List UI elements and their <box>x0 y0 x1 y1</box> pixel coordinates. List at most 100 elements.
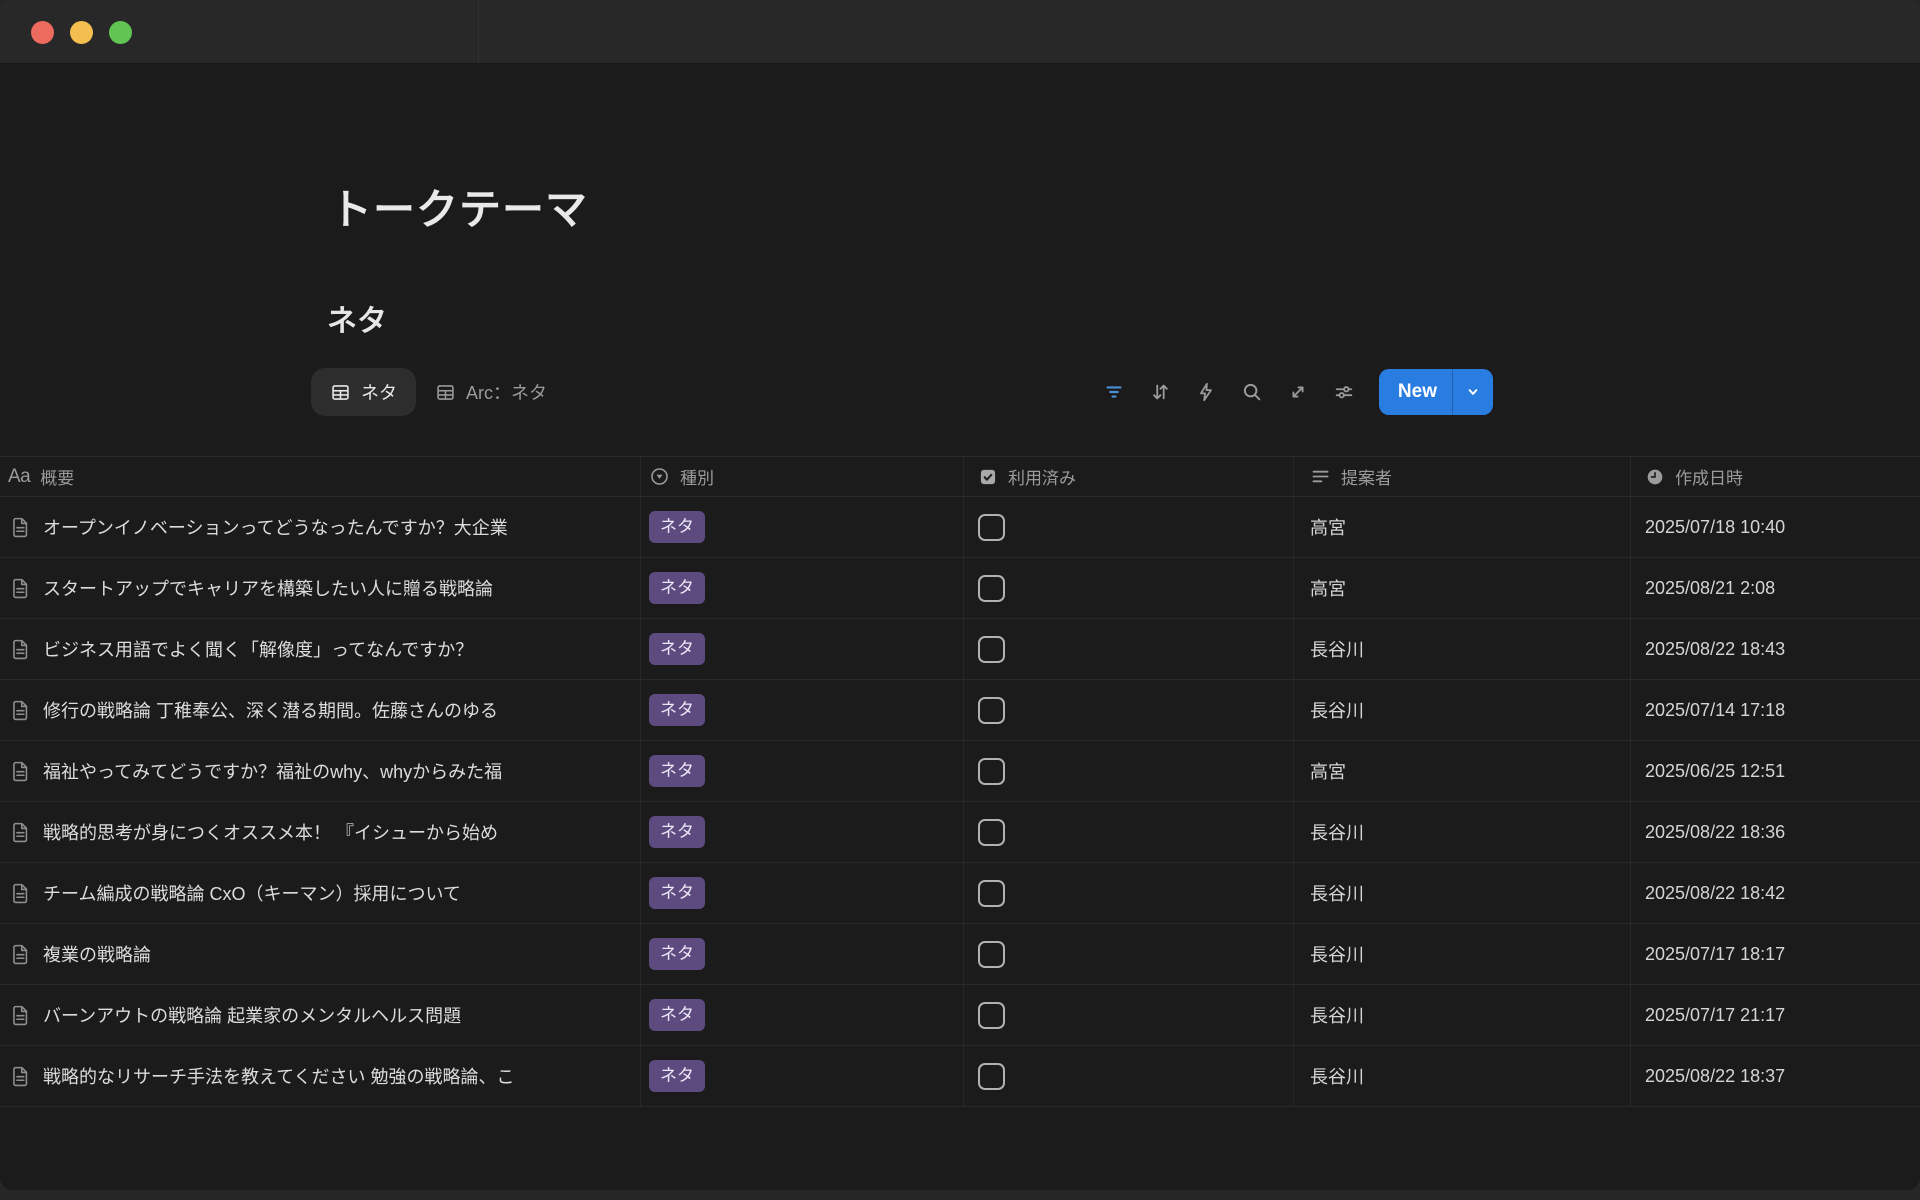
app-window: トークテーマ ネタ ネタArc：ネタ New Aa概要種別利用済み提案者作成日時… <box>0 0 1920 1190</box>
column-header-used[interactable]: 利用済み <box>963 457 1293 496</box>
proposer-cell[interactable]: 長谷川 <box>1293 924 1630 984</box>
type-cell[interactable]: ネタ <box>640 924 963 984</box>
created-cell[interactable]: 2025/08/22 18:36 <box>1630 802 1920 862</box>
created-cell[interactable]: 2025/07/14 17:18 <box>1630 680 1920 740</box>
proposer-text: 長谷川 <box>1310 697 1364 723</box>
view-toolbar: New <box>1095 369 1493 415</box>
created-cell[interactable]: 2025/08/22 18:37 <box>1630 1046 1920 1106</box>
expand-button[interactable] <box>1279 373 1317 411</box>
used-checkbox[interactable] <box>978 636 1005 663</box>
zoom-window-button[interactable] <box>109 21 132 44</box>
proposer-cell[interactable]: 長谷川 <box>1293 1046 1630 1106</box>
lightning-button[interactable] <box>1187 373 1225 411</box>
used-checkbox[interactable] <box>978 1002 1005 1029</box>
used-cell <box>963 680 1293 740</box>
view-tab-label: ネタ <box>361 379 397 405</box>
created-cell[interactable]: 2025/07/17 21:17 <box>1630 985 1920 1045</box>
page-icon <box>8 637 33 662</box>
used-cell <box>963 924 1293 984</box>
used-checkbox[interactable] <box>978 514 1005 541</box>
used-checkbox[interactable] <box>978 880 1005 907</box>
used-checkbox[interactable] <box>978 941 1005 968</box>
type-cell[interactable]: ネタ <box>640 741 963 801</box>
summary-cell[interactable]: 福祉やってみてどうですか？福祉のwhy、whyからみた福 <box>0 741 640 801</box>
proposer-cell[interactable]: 高宮 <box>1293 558 1630 618</box>
created-cell[interactable]: 2025/07/18 10:40 <box>1630 497 1920 557</box>
type-tag: ネタ <box>649 572 705 604</box>
created-cell[interactable]: 2025/06/25 12:51 <box>1630 741 1920 801</box>
page-title-text: 戦略的なリサーチ手法を教えてください 勉強の戦略論、こ <box>43 1063 515 1089</box>
proposer-cell[interactable]: 長谷川 <box>1293 863 1630 923</box>
type-tag: ネタ <box>649 511 705 543</box>
created-cell[interactable]: 2025/07/17 18:17 <box>1630 924 1920 984</box>
table-row[interactable]: 戦略的思考が身につくオススメ本！ 『イシューから始めネタ 長谷川2025/08/2… <box>0 802 1920 863</box>
column-header-type[interactable]: 種別 <box>640 457 963 496</box>
type-cell[interactable]: ネタ <box>640 802 963 862</box>
created-text: 2025/06/25 12:51 <box>1645 761 1785 782</box>
page-title-text: 複業の戦略論 <box>43 941 151 967</box>
table-icon <box>330 382 351 403</box>
column-header-label: 利用済み <box>1008 464 1076 489</box>
used-checkbox[interactable] <box>978 575 1005 602</box>
used-checkbox[interactable] <box>978 1063 1005 1090</box>
search-icon <box>1241 381 1263 403</box>
new-button[interactable]: New <box>1379 369 1493 415</box>
table-row[interactable]: バーンアウトの戦略論 起業家のメンタルヘルス問題ネタ 長谷川2025/07/17 … <box>0 985 1920 1046</box>
type-cell[interactable]: ネタ <box>640 680 963 740</box>
table-row[interactable]: 福祉やってみてどうですか？福祉のwhy、whyからみた福ネタ 高宮 2025/06/… <box>0 741 1920 802</box>
summary-cell[interactable]: 複業の戦略論 <box>0 924 640 984</box>
close-window-button[interactable] <box>31 21 54 44</box>
proposer-cell[interactable]: 長谷川 <box>1293 680 1630 740</box>
type-cell[interactable]: ネタ <box>640 985 963 1045</box>
proposer-cell[interactable]: 高宮 <box>1293 497 1630 557</box>
created-cell[interactable]: 2025/08/22 18:42 <box>1630 863 1920 923</box>
type-tag: ネタ <box>649 877 705 909</box>
summary-cell[interactable]: 戦略的なリサーチ手法を教えてください 勉強の戦略論、こ <box>0 1046 640 1106</box>
summary-cell[interactable]: ビジネス用語でよく聞く「解像度」ってなんですか？ <box>0 619 640 679</box>
type-cell[interactable]: ネタ <box>640 863 963 923</box>
sort-button[interactable] <box>1141 373 1179 411</box>
proposer-cell[interactable]: 長谷川 <box>1293 619 1630 679</box>
table-row[interactable]: ビジネス用語でよく聞く「解像度」ってなんですか？ ネタ 長谷川2025/08/22 … <box>0 619 1920 680</box>
settings-sliders-button[interactable] <box>1325 373 1363 411</box>
column-header-created[interactable]: 作成日時 <box>1630 457 1920 496</box>
summary-cell[interactable]: スタートアップでキャリアを構築したい人に贈る戦略論 <box>0 558 640 618</box>
created-text: 2025/08/21 2:08 <box>1645 578 1775 599</box>
table-row[interactable]: チーム編成の戦略論 CxO（キーマン）採用について ネタ 長谷川2025/08/22… <box>0 863 1920 924</box>
table-row[interactable]: オープンイノベーションってどうなったんですか？大企業ネタ 高宮2025/07/18… <box>0 497 1920 558</box>
minimize-window-button[interactable] <box>70 21 93 44</box>
summary-cell[interactable]: チーム編成の戦略論 CxO（キーマン）採用について <box>0 863 640 923</box>
used-checkbox[interactable] <box>978 758 1005 785</box>
created-cell[interactable]: 2025/08/21 2:08 <box>1630 558 1920 618</box>
table-row[interactable]: 複業の戦略論 ネタ 長谷川2025/07/17 18:17 <box>0 924 1920 985</box>
table-row[interactable]: スタートアップでキャリアを構築したい人に贈る戦略論ネタ 高宮 2025/08/21 … <box>0 558 1920 619</box>
proposer-cell[interactable]: 高宮 <box>1293 741 1630 801</box>
used-checkbox[interactable] <box>978 819 1005 846</box>
page-title-text: チーム編成の戦略論 CxO（キーマン）採用について <box>43 880 461 906</box>
chevron-down-icon[interactable] <box>1453 383 1493 401</box>
table-row[interactable]: 戦略的なリサーチ手法を教えてください 勉強の戦略論、こ ネタ 長谷川2025/08/… <box>0 1046 1920 1107</box>
proposer-cell[interactable]: 長谷川 <box>1293 985 1630 1045</box>
summary-cell[interactable]: オープンイノベーションってどうなったんですか？大企業 <box>0 497 640 557</box>
type-tag: ネタ <box>649 938 705 970</box>
filter-button[interactable] <box>1095 373 1133 411</box>
column-header-proposer[interactable]: 提案者 <box>1293 457 1630 496</box>
used-checkbox[interactable] <box>978 697 1005 724</box>
proposer-cell[interactable]: 長谷川 <box>1293 802 1630 862</box>
proposer-text: 高宮 <box>1310 758 1346 784</box>
summary-cell[interactable]: 修行の戦略論 丁稚奉公、深く潜る期間。佐藤さんのゆる <box>0 680 640 740</box>
summary-cell[interactable]: 戦略的思考が身につくオススメ本！ 『イシューから始め <box>0 802 640 862</box>
type-cell[interactable]: ネタ <box>640 497 963 557</box>
view-tab-arc-neta[interactable]: Arc：ネタ <box>416 368 566 416</box>
type-cell[interactable]: ネタ <box>640 619 963 679</box>
table-row[interactable]: 修行の戦略論 丁稚奉公、深く潜る期間。佐藤さんのゆるネタ 長谷川 2025/07/1… <box>0 680 1920 741</box>
view-tab-neta[interactable]: ネタ <box>311 368 416 416</box>
used-cell <box>963 863 1293 923</box>
search-button[interactable] <box>1233 373 1271 411</box>
created-cell[interactable]: 2025/08/22 18:43 <box>1630 619 1920 679</box>
type-cell[interactable]: ネタ <box>640 1046 963 1106</box>
summary-cell[interactable]: バーンアウトの戦略論 起業家のメンタルヘルス問題 <box>0 985 640 1045</box>
type-cell[interactable]: ネタ <box>640 558 963 618</box>
type-tag: ネタ <box>649 633 705 665</box>
column-header-summary[interactable]: Aa概要 <box>0 457 640 496</box>
